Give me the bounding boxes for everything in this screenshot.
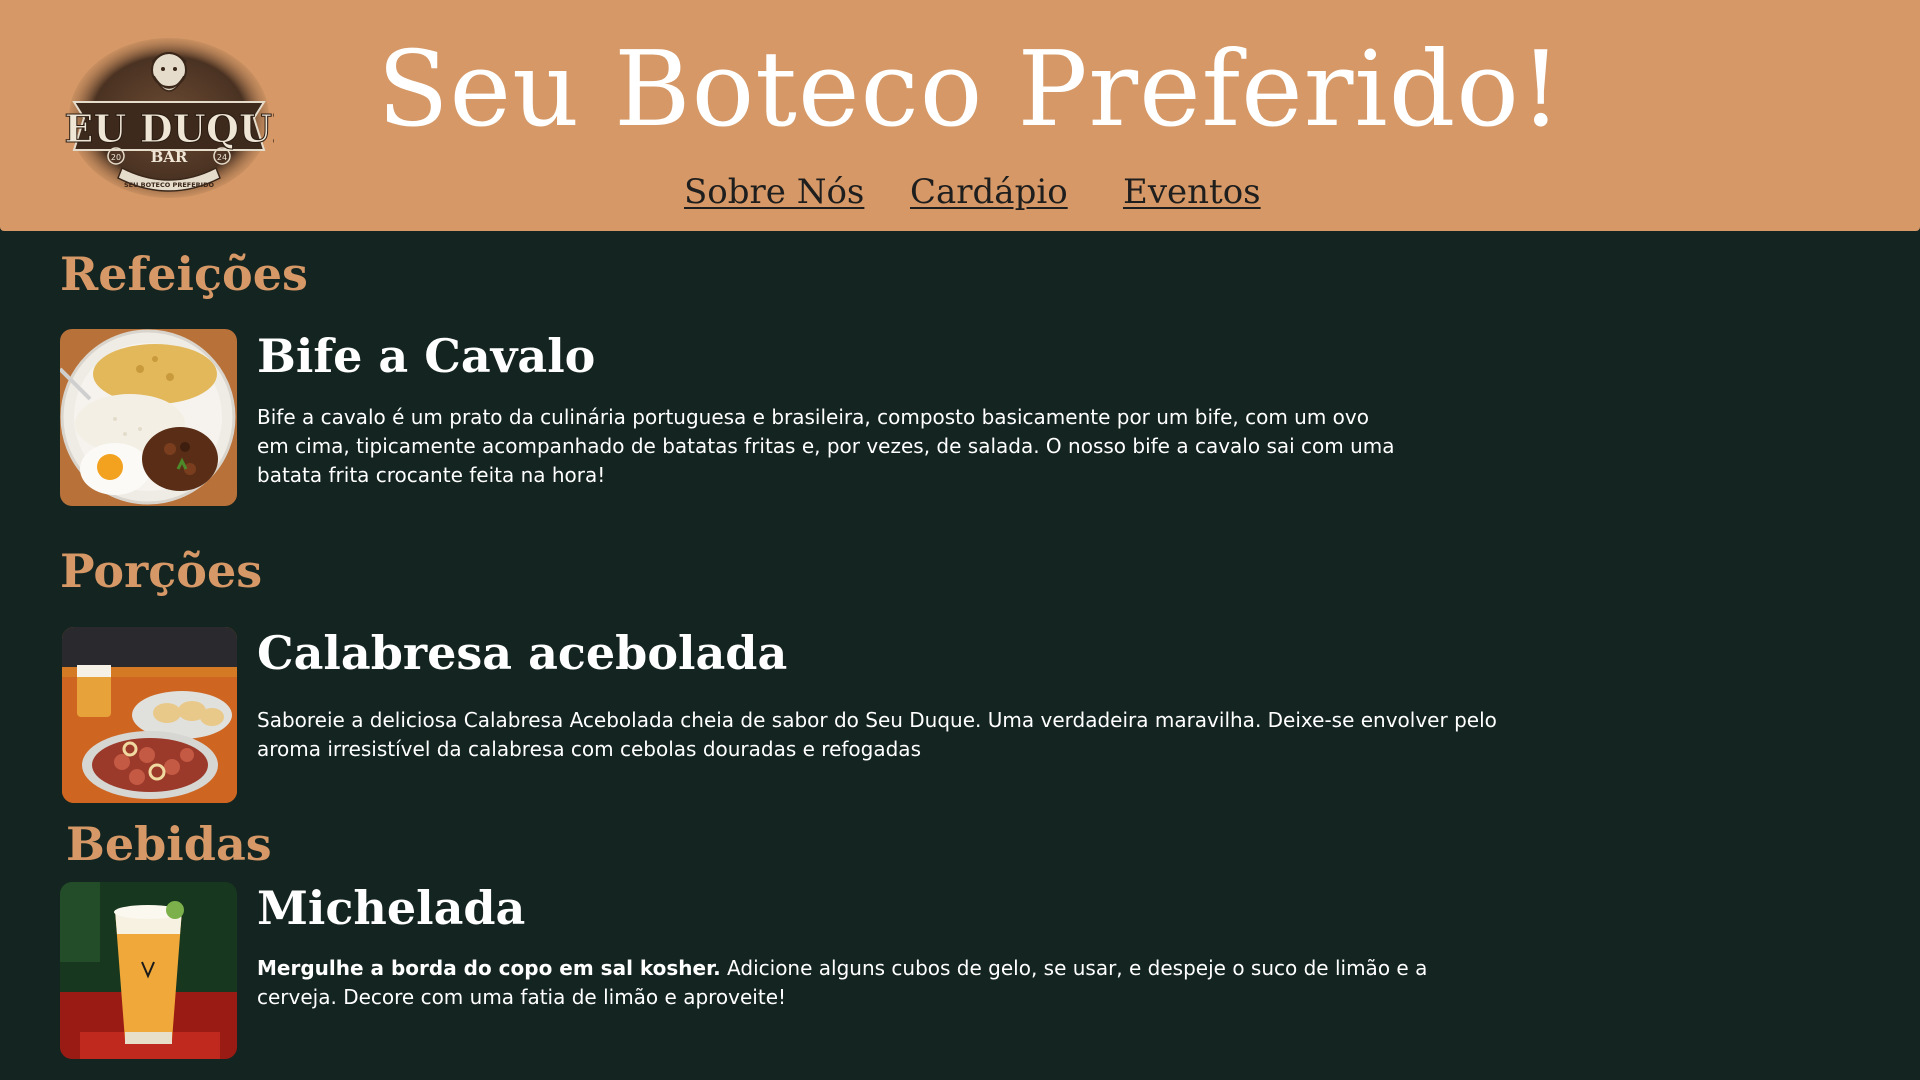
item-description-bife-a-cavalo: Bife a cavalo é um prato da culinária po… [257, 405, 1395, 487]
logo-year-left: 20 [111, 153, 121, 162]
item-description-michelada: Mergulhe a borda do copo em sal kosher. … [257, 954, 1497, 1012]
item-name-bife-a-cavalo: Bife a Cavalo [257, 329, 596, 383]
bife-a-cavalo-image [60, 329, 237, 506]
nav-link-sobre-nos[interactable]: Sobre Nós [684, 172, 864, 212]
item-name-calabresa-acebolada: Calabresa acebolada [257, 626, 788, 680]
michelada-image [60, 882, 237, 1059]
calabresa-acebolada-photo [62, 627, 237, 803]
section-title-refeicoes: Refeições [60, 247, 308, 301]
item-description-michelada-bold: Mergulhe a borda do copo em sal kosher. [257, 956, 721, 980]
site-title: Seu Boteco Preferido! [377, 28, 1563, 150]
site-header: SEU DUQUE BAR 20 24 SEU BOTECO PREFERIDO… [0, 0, 1920, 231]
section-title-porcoes: Porções [60, 544, 263, 598]
logo-year-right: 24 [217, 153, 227, 162]
nav-link-cardapio[interactable]: Cardápio [910, 172, 1068, 212]
michelada-photo [60, 882, 237, 1059]
item-name-michelada: Michelada [257, 881, 526, 935]
item-description-calabresa-acebolada: Saboreie a deliciosa Calabresa Acebolada… [257, 708, 1497, 761]
bife-a-cavalo-photo [60, 329, 237, 506]
main-nav: Sobre Nós Cardápio Eventos [0, 172, 1920, 216]
calabresa-acebolada-image [62, 627, 237, 803]
nav-link-eventos[interactable]: Eventos [1123, 172, 1261, 212]
section-title-bebidas: Bebidas [66, 817, 272, 871]
